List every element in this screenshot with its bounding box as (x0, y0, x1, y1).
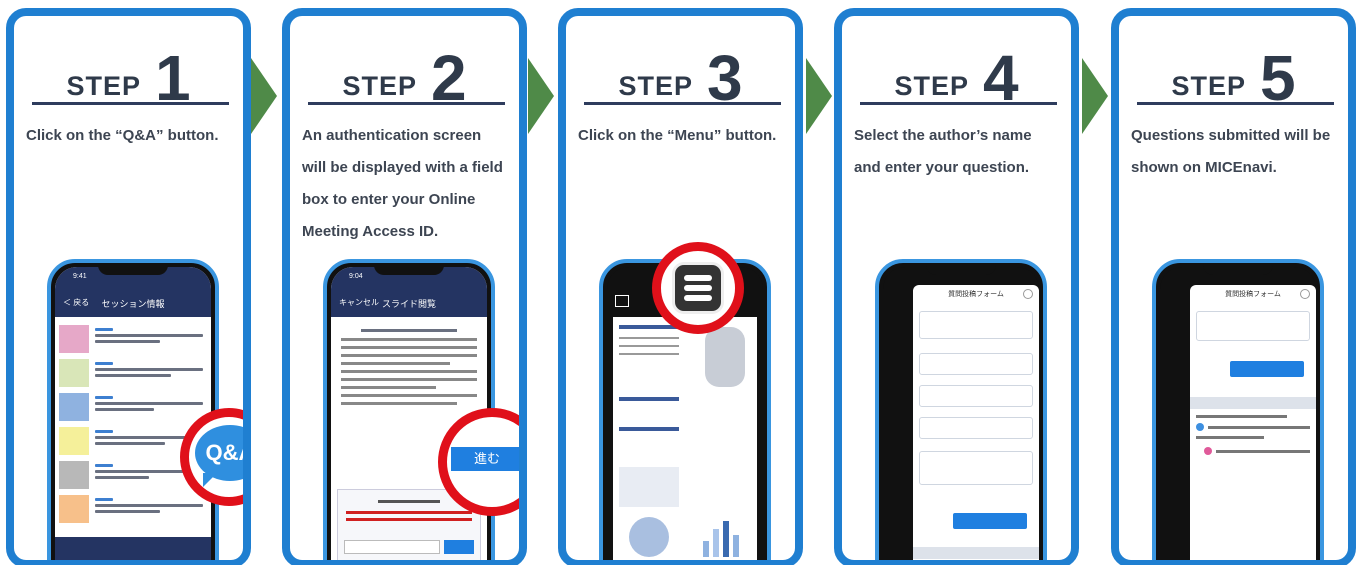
divider (32, 102, 229, 105)
step-card-2: STEP 2 An authentication screen will be … (282, 8, 527, 565)
question-form-sheet: 質問投稿フォーム (1190, 285, 1316, 560)
question-form-sheet: 質問投稿フォーム (913, 285, 1039, 560)
question-textarea[interactable] (1196, 311, 1310, 341)
next-arrow (251, 58, 277, 134)
step-number: 4 (982, 42, 1019, 114)
status-time: 9:41 (73, 273, 87, 280)
comment-header (913, 547, 1039, 559)
step-card-1: STEP 1 Click on the “Q&A” button. 9:41 ＜… (6, 8, 251, 565)
presentation-select[interactable] (919, 311, 1033, 339)
step-description: Click on the “Q&A” button. (26, 127, 219, 144)
session-row[interactable] (59, 393, 207, 423)
confirm-button[interactable] (1230, 361, 1304, 377)
small-menu-icon[interactable] (615, 295, 629, 307)
confirm-button[interactable] (953, 513, 1027, 529)
pie-chart-illustration (629, 517, 669, 557)
proceed-button[interactable]: 進む (451, 447, 519, 471)
name-field[interactable] (919, 385, 1033, 407)
phone-screen: 質問投稿フォーム (883, 267, 1039, 560)
session-row[interactable] (59, 325, 207, 355)
menu-icon[interactable] (672, 262, 724, 314)
session-row[interactable] (59, 495, 207, 525)
form-title: 質問投稿フォーム (1225, 291, 1281, 298)
phone-notch (374, 263, 444, 275)
step-number: 1 (154, 42, 191, 114)
divider (308, 102, 505, 105)
divider (1137, 102, 1334, 105)
access-id-input[interactable] (344, 540, 440, 554)
step-heading: STEP 2 (290, 30, 519, 110)
step-word: STEP (66, 71, 141, 101)
step-word: STEP (618, 71, 693, 101)
close-icon[interactable] (1023, 289, 1033, 299)
phone-screen: 質問投稿フォーム (1160, 267, 1316, 560)
submitted-question (1196, 415, 1310, 455)
step-number: 2 (430, 42, 467, 114)
next-arrow (1082, 58, 1108, 134)
screen-title: セッション情報 (101, 299, 165, 309)
email-field[interactable] (919, 417, 1033, 439)
phone-notch (98, 263, 168, 275)
step-word: STEP (342, 71, 417, 101)
step-card-3: STEP 3 Click on the “Menu” button. (558, 8, 803, 565)
qa-bubble-tail (203, 473, 217, 487)
status-time: 9:04 (349, 273, 363, 280)
step-description: An authentication screen will be display… (302, 127, 503, 240)
divider (860, 102, 1057, 105)
menu-highlight (652, 242, 744, 334)
step-word: STEP (894, 71, 969, 101)
step-card-5: STEP 5 Questions submitted will be shown… (1111, 8, 1356, 565)
question-textarea[interactable] (919, 451, 1033, 485)
phone-mockup: 質問投稿フォーム (1152, 259, 1324, 560)
bottom-toolbar (55, 537, 211, 560)
phone-notch (1203, 263, 1273, 275)
next-arrow (806, 58, 832, 134)
step-heading: STEP 4 (842, 30, 1071, 110)
step-heading: STEP 5 (1119, 30, 1348, 110)
phone-notch (926, 263, 996, 275)
comment-header (1190, 397, 1316, 409)
figure-illustration (705, 327, 745, 387)
divider (584, 102, 781, 105)
close-icon[interactable] (1300, 289, 1310, 299)
step-card-4: STEP 4 Select the author’s name and ente… (834, 8, 1079, 565)
step-number: 3 (706, 42, 743, 114)
step-description: Select the author’s name and enter your … (854, 127, 1032, 176)
author-select[interactable] (919, 353, 1033, 375)
step-description: Click on the “Menu” button. (578, 127, 777, 144)
step-description: Questions submitted will be shown on MIC… (1131, 127, 1331, 176)
bar-chart-illustration (699, 517, 749, 557)
phone-screen: 9:41 ＜ 戻る セッション情報 (55, 267, 211, 560)
phone-mockup: 質問投稿フォーム (875, 259, 1047, 560)
screen-title: スライド閲覧 (381, 299, 436, 309)
step-word: STEP (1171, 71, 1246, 101)
form-title: 質問投稿フォーム (948, 291, 1004, 298)
next-arrow (528, 58, 554, 134)
step-number: 5 (1259, 42, 1296, 114)
phone-mockup: 9:41 ＜ 戻る セッション情報 (47, 259, 219, 560)
terms-text (341, 329, 477, 410)
step-heading: STEP 1 (14, 30, 243, 110)
session-row[interactable] (59, 359, 207, 389)
submit-button[interactable] (444, 540, 474, 554)
step-heading: STEP 3 (566, 30, 795, 110)
slide-document (613, 317, 757, 560)
